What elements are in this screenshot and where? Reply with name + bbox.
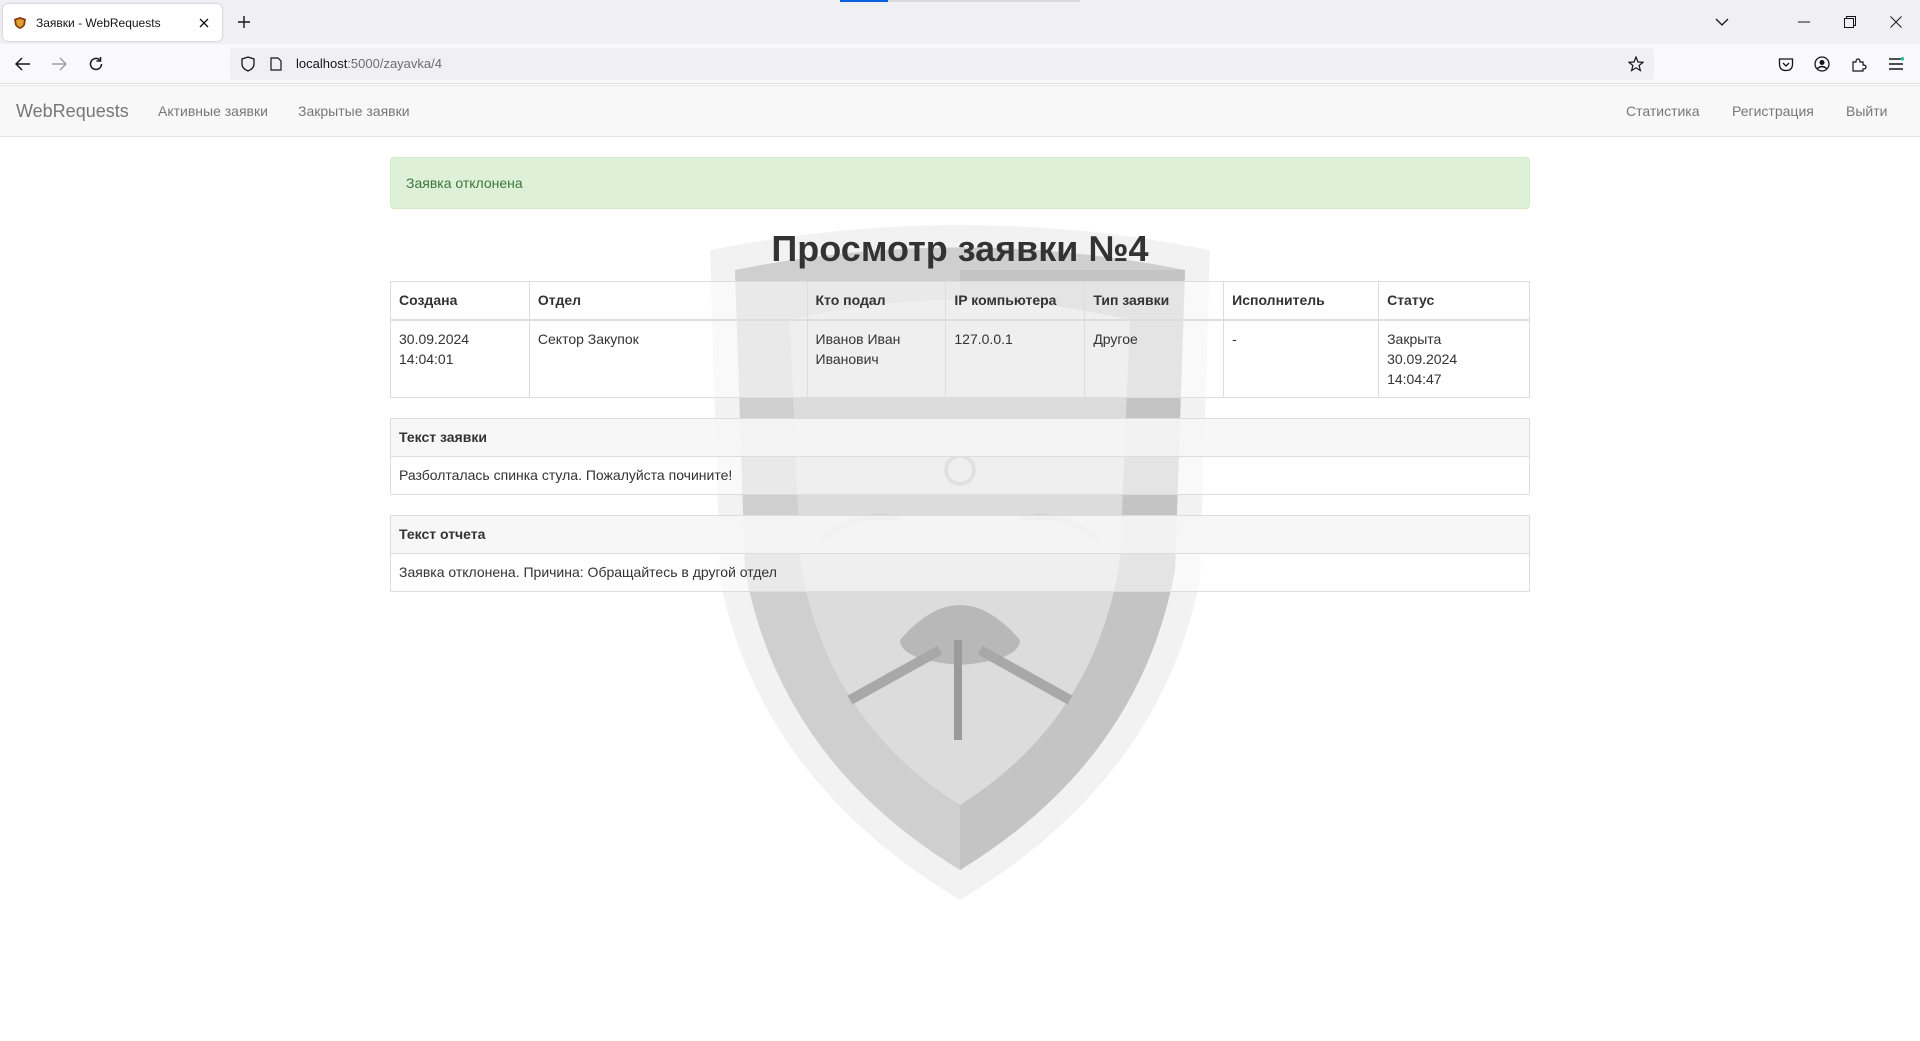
- browser-toolbar: localhost:5000/zayavka/4: [0, 44, 1920, 84]
- pocket-icon[interactable]: [1772, 50, 1800, 78]
- column-header-department: Отдел: [528, 281, 808, 321]
- forward-arrow-icon[interactable]: [45, 50, 73, 78]
- column-header-status: Статус: [1378, 281, 1530, 321]
- back-arrow-icon[interactable]: [9, 50, 37, 78]
- close-tab-icon[interactable]: [194, 13, 214, 33]
- page-info-icon[interactable]: [268, 57, 284, 71]
- new-tab-plus-icon[interactable]: [232, 10, 256, 34]
- column-header-ip: IP компьютера: [945, 281, 1086, 321]
- status-date: 30.09.2024: [1387, 350, 1458, 367]
- app-menu-hamburger-icon[interactable]: [1882, 50, 1910, 78]
- nav-active-requests[interactable]: Активные заявки: [158, 103, 268, 119]
- cell-department: Сектор Закупок: [528, 319, 808, 398]
- cell-status: Закрыта 30.09.2024 14:04:47: [1378, 319, 1530, 398]
- status-time: 14:04:47: [1387, 370, 1442, 387]
- url-text: localhost:5000/zayavka/4: [296, 55, 442, 73]
- created-date: 30.09.2024: [399, 330, 470, 347]
- author-line-2: Иванович: [815, 350, 879, 367]
- url-path: :5000/zayavka/4: [347, 56, 442, 71]
- status-label: Закрыта: [1387, 330, 1442, 347]
- site-brand-link[interactable]: WebRequests: [16, 101, 129, 122]
- author-line-1: Иванов Иван: [815, 330, 901, 347]
- close-window-icon[interactable]: [1873, 0, 1919, 44]
- reload-icon[interactable]: [82, 50, 110, 78]
- bookmark-star-icon[interactable]: [1627, 55, 1645, 77]
- account-icon[interactable]: [1808, 50, 1836, 78]
- tab-strip-indicator-secondary: [888, 0, 1080, 2]
- tab-strip-indicator: [840, 0, 888, 2]
- column-header-created: Создана: [390, 281, 530, 321]
- cell-executor: -: [1223, 319, 1380, 398]
- cell-type: Другое: [1084, 319, 1225, 398]
- browser-tab-bar: Заявки - WebRequests: [0, 0, 1920, 44]
- status-alert: Заявка отклонена: [390, 157, 1530, 209]
- column-header-executor: Исполнитель: [1223, 281, 1380, 321]
- extensions-puzzle-icon[interactable]: [1845, 50, 1873, 78]
- request-details-table: Создана Отдел Кто подал IP компьютера Ти…: [390, 281, 1530, 398]
- created-time: 14:04:01: [399, 350, 454, 367]
- column-header-author: Кто подал: [806, 281, 947, 321]
- cell-created: 30.09.2024 14:04:01: [390, 319, 530, 398]
- report-text-panel: Текст отчета Заявка отклонена. Причина: …: [390, 514, 1530, 592]
- table-row: 30.09.2024 14:04:01 Сектор Закупок Ивано…: [390, 319, 1530, 398]
- table-header-row: Создана Отдел Кто подал IP компьютера Ти…: [390, 281, 1530, 321]
- list-all-tabs-chevron-down-icon[interactable]: [1699, 0, 1745, 44]
- cell-ip: 127.0.0.1: [945, 319, 1086, 398]
- restore-window-icon[interactable]: [1827, 0, 1873, 44]
- request-text-panel: Текст заявки Разболталась спинка стула. …: [390, 417, 1530, 495]
- site-favicon-icon: [12, 15, 28, 31]
- nav-registration[interactable]: Регистрация: [1732, 103, 1814, 119]
- tab-title: Заявки - WebRequests: [36, 15, 161, 30]
- request-text-heading: Текст заявки: [391, 418, 1529, 457]
- minimize-window-icon[interactable]: [1781, 0, 1827, 44]
- site-navbar: WebRequests Активные заявки Закрытые зая…: [0, 85, 1920, 137]
- column-header-type: Тип заявки: [1084, 281, 1225, 321]
- cell-author: Иванов Иван Иванович: [806, 319, 947, 398]
- report-text-heading: Текст отчета: [391, 515, 1529, 554]
- page-title: Просмотр заявки №4: [771, 228, 1149, 269]
- request-text-body: Разболталась спинка стула. Пожалуйста по…: [399, 466, 733, 483]
- report-text-body: Заявка отклонена. Причина: Обращайтесь в…: [399, 563, 777, 580]
- address-bar[interactable]: localhost:5000/zayavka/4: [230, 48, 1654, 80]
- browser-tab-active[interactable]: Заявки - WebRequests: [3, 4, 222, 41]
- nav-statistics[interactable]: Статистика: [1626, 103, 1700, 119]
- nav-logout[interactable]: Выйти: [1846, 103, 1887, 119]
- url-host: localhost: [296, 56, 348, 71]
- nav-closed-requests[interactable]: Закрытые заявки: [298, 103, 410, 119]
- tracking-protection-shield-icon[interactable]: [238, 56, 258, 72]
- main-content: Заявка отклонена Просмотр заявки №4 Созд…: [390, 157, 1530, 592]
